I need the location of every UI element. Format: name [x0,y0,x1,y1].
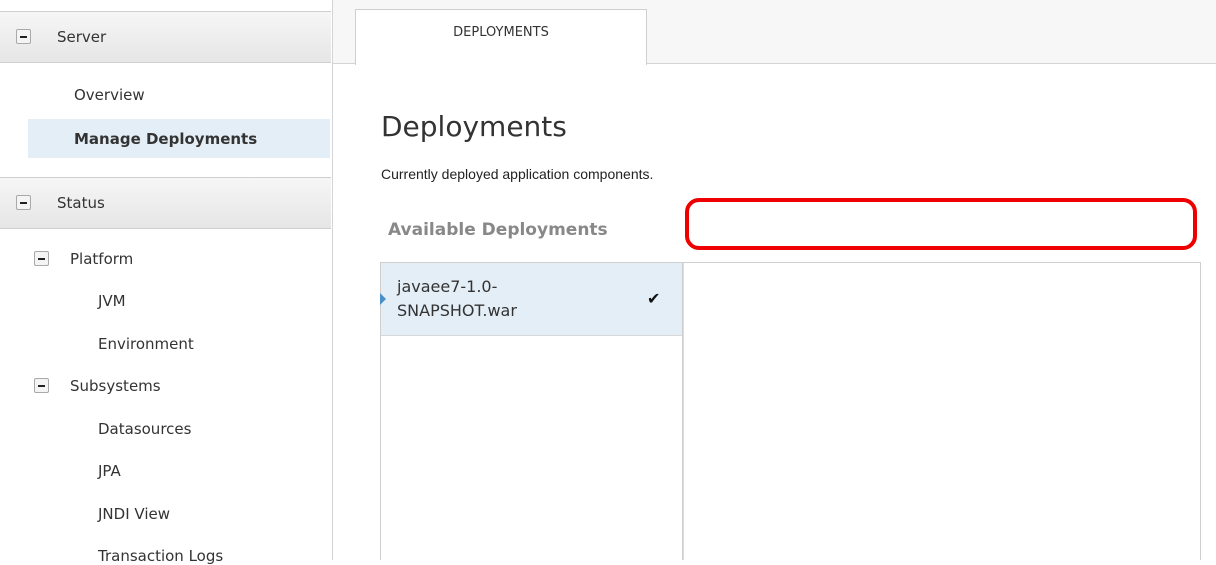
available-deployments-heading: Available Deployments [388,220,608,240]
nav-item-jndi-view[interactable]: JNDI View [98,505,170,523]
subsystems-collapse-icon[interactable] [34,378,49,393]
server-section-header[interactable]: Server [0,11,331,63]
nav-item-jvm[interactable]: JVM [98,292,126,310]
status-section-label: Status [57,194,105,212]
nav-group-platform[interactable]: Platform [70,250,133,268]
status-section-header[interactable]: Status [0,177,331,229]
nav-item-environment[interactable]: Environment [98,335,194,353]
nav-item-manage-deployments[interactable]: Manage Deployments [28,119,330,158]
nav-item-label: Manage Deployments [74,130,258,148]
server-section-label: Server [57,28,107,46]
platform-collapse-icon[interactable] [34,251,49,266]
checkmark-icon: ✔ [647,289,661,308]
nav-item-jpa[interactable]: JPA [98,462,121,480]
page-description: Currently deployed application component… [381,166,654,182]
navigation-sidebar: Server Overview Manage Deployments Statu… [0,0,333,565]
deployment-list-item[interactable]: javaee7-1.0-SNAPSHOT.war ✔ [380,263,682,336]
tab-deployments[interactable]: DEPLOYMENTS [355,9,647,65]
selection-marker-icon [380,293,386,305]
nav-item-datasources[interactable]: Datasources [98,420,191,438]
nav-group-subsystems[interactable]: Subsystems [70,377,161,395]
nav-item-overview[interactable]: Overview [74,86,145,104]
deployment-detail-panel [683,262,1201,560]
collapse-icon[interactable] [16,29,31,44]
deployment-name: javaee7-1.0-SNAPSHOT.war [397,277,517,320]
collapse-icon[interactable] [16,195,31,210]
highlight-annotation [685,198,1197,250]
nav-item-transaction-logs[interactable]: Transaction Logs [98,547,223,565]
page-title: Deployments [381,110,567,143]
